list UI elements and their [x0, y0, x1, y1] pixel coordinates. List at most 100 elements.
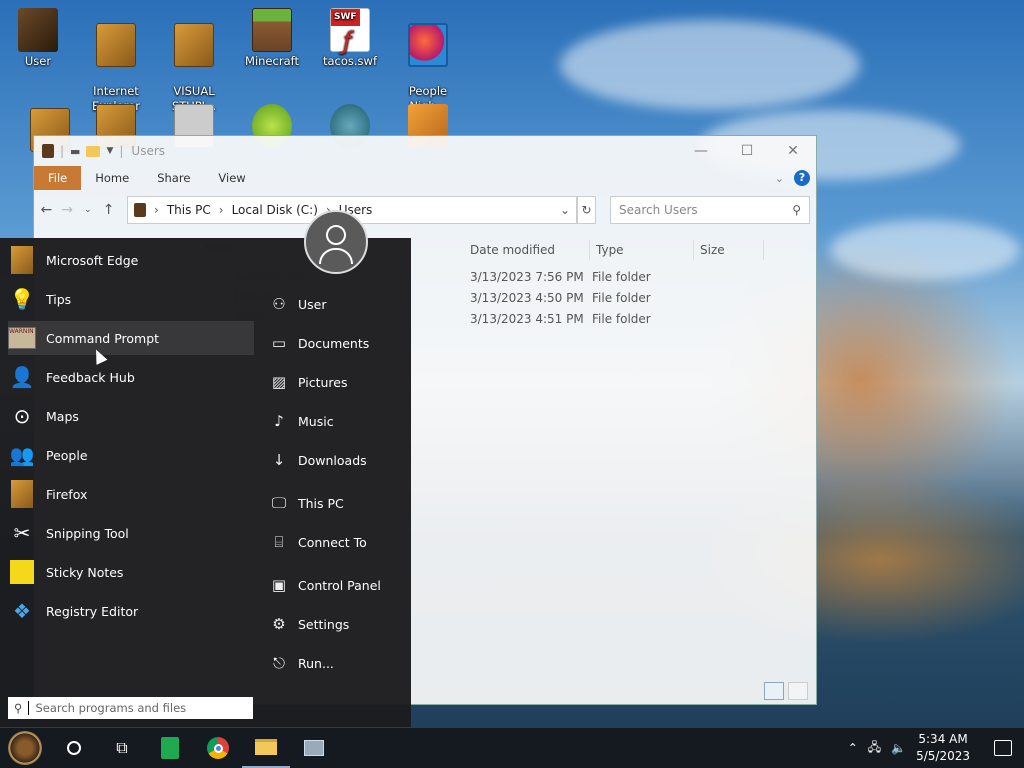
explorer-titlebar[interactable]: | ▬ ▼ | Users — ☐ ✕	[34, 136, 816, 166]
taskbar-app-file-explorer[interactable]	[242, 728, 290, 768]
properties-icon[interactable]: ▬	[70, 145, 80, 158]
refresh-button[interactable]: ↻	[577, 196, 596, 224]
breadcrumb-separator-icon: ›	[218, 203, 224, 217]
lightbulb-icon: 💡	[9, 287, 35, 311]
program-command-prompt[interactable]: WARNIN Command Prompt	[8, 321, 254, 355]
minimize-button[interactable]: —	[678, 143, 724, 159]
taskbar-app-chrome[interactable]	[194, 728, 242, 768]
text-cursor	[28, 701, 30, 715]
up-arrow-icon[interactable]: ↑	[102, 202, 115, 218]
taskbar-app-control[interactable]	[290, 728, 338, 768]
table-row[interactable]: 3/13/2023 7:56 PM File folder	[464, 270, 690, 284]
chrome-icon	[207, 737, 229, 759]
command-prompt-icon: WARNIN	[8, 324, 36, 352]
notification-icon[interactable]	[994, 740, 1012, 756]
chevron-down-icon[interactable]: ▼	[106, 146, 113, 156]
cortana-button[interactable]	[50, 728, 98, 768]
program-registry-editor[interactable]: ❖ Registry Editor	[8, 594, 254, 628]
program-microsoft-edge[interactable]: Microsoft Edge	[8, 243, 254, 277]
place-pictures[interactable]: ▨ Pictures	[270, 373, 348, 391]
chevron-down-icon[interactable]: ⌄	[560, 203, 570, 217]
table-row[interactable]: 3/13/2023 4:50 PM File folder	[464, 291, 690, 305]
place-this-pc[interactable]: 🖵 This PC	[270, 494, 344, 512]
start-search-box[interactable]: ⚲ Search programs and files	[8, 697, 253, 719]
column-date-modified[interactable]: Date modified	[464, 240, 590, 260]
new-folder-icon[interactable]	[86, 145, 101, 157]
start-orb-icon	[8, 731, 42, 765]
program-label: Command Prompt	[46, 330, 160, 346]
computer-icon: 🖵	[271, 494, 287, 512]
program-label: People	[46, 447, 88, 463]
large-icons-view-icon[interactable]	[788, 682, 808, 700]
desktop-icon-user[interactable]: User	[2, 8, 74, 69]
volume-muted-icon[interactable]: 🔈	[891, 741, 906, 755]
program-firefox[interactable]: Firefox	[8, 477, 254, 511]
help-icon[interactable]: ?	[794, 170, 810, 186]
place-run[interactable]: ⎋ Run...	[270, 654, 334, 672]
start-button[interactable]	[0, 728, 50, 768]
maximize-button[interactable]: ☐	[724, 143, 770, 159]
clock[interactable]: 5:34 AM 5/5/2023	[916, 731, 970, 765]
minecraft-icon	[252, 8, 292, 52]
window-controls: — ☐ ✕	[678, 143, 816, 159]
start-search-input[interactable]: Search programs and files	[35, 701, 186, 715]
breadcrumb-this-pc[interactable]: This PC	[167, 203, 211, 217]
book-icon	[174, 23, 214, 67]
expand-ribbon-icon[interactable]: ⌄	[775, 172, 784, 185]
program-label: Microsoft Edge	[46, 252, 139, 268]
recent-locations-icon[interactable]: ⌄	[82, 205, 95, 215]
start-menu: Microsoft Edge 💡 Tips WARNIN Command Pro…	[0, 210, 411, 727]
taskbar-app-sheets[interactable]	[146, 728, 194, 768]
program-snipping-tool[interactable]: ✂ Snipping Tool	[8, 516, 254, 550]
place-connect-to[interactable]: ⌸ Connect To	[270, 533, 366, 551]
row-date: 3/13/2023 4:51 PM	[470, 312, 584, 326]
tab-share[interactable]: Share	[143, 166, 204, 190]
tab-home[interactable]: Home	[81, 166, 143, 190]
back-arrow-icon[interactable]: ←	[40, 202, 53, 218]
breadcrumb-local-disk[interactable]: Local Disk (C:)	[232, 203, 318, 217]
tab-view[interactable]: View	[204, 166, 259, 190]
chevron-up-icon[interactable]: ⌃	[848, 741, 858, 755]
program-label: Tips	[46, 291, 72, 307]
system-tray: ⌃ 🖧 🔈 5:34 AM 5/5/2023	[848, 731, 1024, 765]
place-documents[interactable]: ▭ Documents	[270, 334, 369, 352]
navigation-bar: ← → ⌄ ↑ › This PC › Local Disk (C:) › Us…	[34, 190, 816, 230]
table-row[interactable]: 3/13/2023 4:51 PM File folder	[464, 312, 690, 326]
search-icon: ⚲	[14, 701, 23, 715]
close-button[interactable]: ✕	[770, 143, 816, 159]
place-control-panel[interactable]: ▣ Control Panel	[270, 576, 381, 594]
place-label: This PC	[298, 495, 344, 511]
user-icon: ⚇	[272, 295, 286, 313]
column-size[interactable]: Size	[694, 240, 764, 260]
sticky-note-icon	[8, 558, 36, 586]
clock-time: 5:34 AM	[918, 732, 968, 746]
place-settings[interactable]: ⚙ Settings	[270, 615, 349, 633]
program-maps[interactable]: ⊙ Maps	[8, 399, 254, 433]
place-user[interactable]: ⚇ User	[270, 295, 326, 313]
task-view-icon: ⧉	[116, 738, 128, 757]
forward-arrow-icon[interactable]: →	[61, 202, 74, 218]
view-buttons	[764, 682, 808, 700]
program-feedback-hub[interactable]: 👤 Feedback Hub	[8, 360, 254, 394]
task-view-button[interactable]: ⧉	[98, 728, 146, 768]
desktop-icon-tacos-swf[interactable]: tacos.swf	[314, 8, 386, 69]
column-type[interactable]: Type	[590, 240, 694, 260]
program-sticky-notes[interactable]: Sticky Notes	[8, 555, 254, 589]
people-icon: 👥	[9, 443, 35, 467]
user-avatar[interactable]	[304, 210, 368, 274]
place-label: Pictures	[298, 374, 348, 390]
program-label: Sticky Notes	[46, 564, 124, 580]
row-type: File folder	[592, 291, 651, 305]
place-music[interactable]: ♪ Music	[270, 412, 333, 430]
desktop-icon-minecraft[interactable]: Minecraft	[236, 8, 308, 69]
program-label: Firefox	[46, 486, 88, 502]
search-input[interactable]: Search Users	[619, 203, 698, 217]
network-icon[interactable]: 🖧	[868, 738, 881, 759]
program-people[interactable]: 👥 People	[8, 438, 254, 472]
program-tips[interactable]: 💡 Tips	[8, 282, 254, 316]
place-downloads[interactable]: ↓ Downloads	[270, 451, 367, 469]
book-icon	[96, 23, 136, 67]
tab-file[interactable]: File	[34, 166, 82, 190]
details-view-icon[interactable]	[764, 682, 784, 700]
search-users-box[interactable]: Search Users ⚲	[610, 196, 810, 224]
